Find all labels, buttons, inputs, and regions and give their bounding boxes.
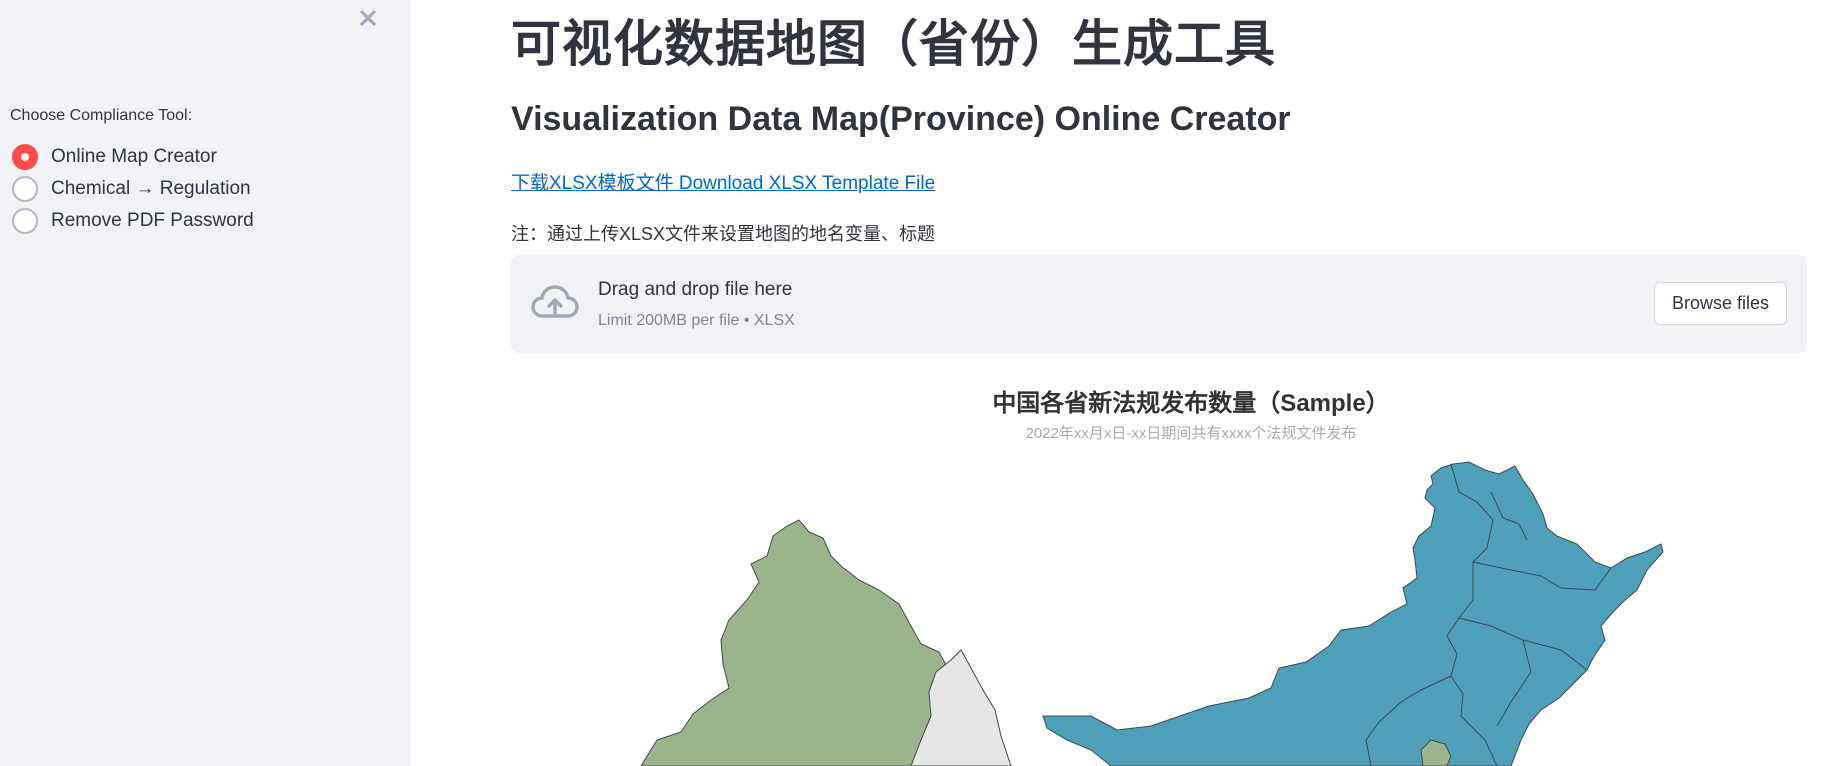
dropzone-limit: Limit 200MB per file • XLSX (598, 312, 795, 329)
radio-option-online-map-creator[interactable]: Online Map Creator (12, 143, 217, 171)
dropzone-title: Drag and drop file here (598, 279, 793, 300)
close-icon (360, 10, 376, 26)
browse-files-button[interactable]: Browse files (1654, 282, 1787, 325)
radio-unselected-indicator (12, 176, 38, 202)
upload-note: 注：通过上传XLSX文件来设置地图的地名变量、标题 (511, 224, 936, 244)
page-title-en: Visualization Data Map(Province) Online … (511, 100, 1291, 138)
radio-option-chemical-regulation[interactable]: Chemical → Regulation (12, 175, 251, 203)
radio-group-label: Choose Compliance Tool: (10, 107, 193, 124)
map-region-north[interactable] (1042, 461, 1664, 766)
map-chart-title: 中国各省新法规发布数量（Sample） (992, 390, 1390, 417)
download-template-link[interactable]: 下载XLSX模板文件 Download XLSX Template File (511, 168, 935, 195)
main-content: 可视化数据地图（省份）生成工具 Visualization Data Map(P… (411, 0, 1827, 766)
radio-selected-indicator (12, 144, 38, 170)
radio-option-label: Remove PDF Password (51, 210, 254, 231)
close-sidebar-button[interactable] (352, 2, 384, 34)
china-province-map (640, 461, 1664, 766)
page-title-cn: 可视化数据地图（省份）生成工具 (511, 16, 1276, 72)
radio-unselected-indicator (12, 208, 38, 234)
radio-option-remove-pdf-password[interactable]: Remove PDF Password (12, 207, 254, 235)
radio-option-label: Online Map Creator (51, 146, 217, 167)
radio-option-label: Chemical → Regulation (51, 178, 251, 199)
cloud-upload-icon (531, 285, 579, 318)
file-dropzone[interactable]: Drag and drop file here Limit 200MB per … (511, 255, 1807, 353)
sidebar: Choose Compliance Tool: Online Map Creat… (0, 0, 411, 766)
